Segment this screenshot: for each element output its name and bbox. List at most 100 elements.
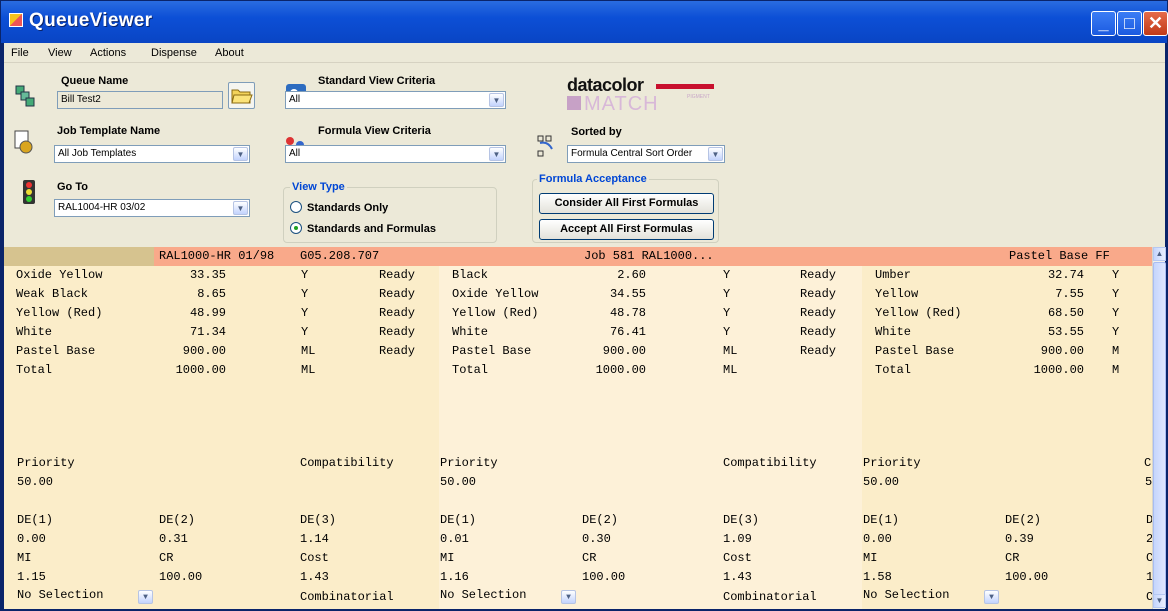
colorant-amount: 32.74 bbox=[1047, 268, 1084, 282]
colorant-amount: 1000.00 bbox=[595, 363, 646, 377]
view-type-label: View Type bbox=[290, 181, 347, 193]
standards-and-formulas-radio[interactable]: Standards and Formulas bbox=[290, 222, 436, 235]
job-template-select[interactable]: All Job Templates ▼ bbox=[54, 145, 250, 163]
formula-acceptance-group: Formula Acceptance Consider All First Fo… bbox=[532, 173, 719, 243]
scrollbar-thumb[interactable] bbox=[1153, 262, 1166, 596]
minimize-button[interactable]: _ bbox=[1091, 11, 1116, 36]
colorant-name: Yellow bbox=[875, 287, 919, 301]
colorant-status: Ready bbox=[799, 268, 836, 282]
criteria-panel: Queue Name Bill Test2 Job Template Name … bbox=[4, 63, 1165, 247]
cr-value: 100.00 bbox=[1005, 570, 1049, 584]
de2-value: 0.39 bbox=[1005, 532, 1034, 546]
colorant-unit: M bbox=[1112, 363, 1120, 377]
header-standard[interactable]: RAL1000-HR 01/98 bbox=[159, 247, 274, 266]
formula-selection-select[interactable]: No Selection ▼ bbox=[17, 588, 157, 606]
menu-actions[interactable]: Actions bbox=[90, 47, 126, 59]
header-base[interactable]: Pastel Base FF bbox=[1009, 247, 1110, 266]
de2-label: DE(2) bbox=[1005, 513, 1042, 527]
colorant-unit: Y bbox=[723, 306, 731, 320]
de2-label: DE(2) bbox=[582, 513, 619, 527]
selection-value: No Selection bbox=[863, 588, 950, 602]
cr-value: 100.00 bbox=[582, 570, 626, 584]
datacolor-match-logo: datacolor MATCH PIGMENT bbox=[567, 75, 727, 117]
compatibility-value: 5 bbox=[1145, 475, 1152, 489]
mi-label: MI bbox=[863, 551, 878, 565]
standard-view-select[interactable]: All ▼ bbox=[285, 91, 506, 109]
cost-value: 1.43 bbox=[300, 570, 329, 584]
formula-selection-select[interactable]: No Selection ▼ bbox=[440, 588, 580, 606]
sorted-by-label: Sorted by bbox=[571, 126, 622, 138]
chevron-down-icon[interactable]: ▼ bbox=[233, 147, 248, 161]
cr-label: CR bbox=[159, 551, 174, 565]
mi-value: 1.16 bbox=[440, 570, 469, 584]
standards-only-label: Standards Only bbox=[307, 202, 389, 214]
compatibility-label: C bbox=[1144, 456, 1152, 470]
colorant-name: White bbox=[452, 325, 489, 339]
colorant-name: Pastel Base bbox=[16, 344, 96, 358]
colorant-status: Ready bbox=[799, 287, 836, 301]
de2-value: 0.31 bbox=[159, 532, 188, 546]
colorant-name: Total bbox=[16, 363, 53, 377]
chevron-down-icon[interactable]: ▼ bbox=[489, 93, 504, 107]
chevron-down-icon[interactable]: ▼ bbox=[138, 590, 153, 604]
formula-view-select[interactable]: All ▼ bbox=[285, 145, 506, 163]
colorant-name: Pastel Base bbox=[875, 344, 955, 358]
priority-value: 50.00 bbox=[863, 475, 900, 489]
colorant-unit: Y bbox=[301, 287, 309, 301]
scroll-down-arrow[interactable]: ▼ bbox=[1153, 594, 1166, 608]
colorant-unit: Y bbox=[723, 325, 731, 339]
colorant-status: Ready bbox=[378, 306, 415, 320]
maximize-button[interactable]: □ bbox=[1117, 11, 1142, 36]
cost-label: Cost bbox=[723, 551, 752, 565]
go-to-select[interactable]: RAL1004-HR 03/02 ▼ bbox=[54, 199, 250, 217]
menu-view[interactable]: View bbox=[48, 47, 72, 59]
close-button[interactable]: ✕ bbox=[1143, 11, 1168, 36]
colorant-unit: ML bbox=[723, 344, 738, 358]
vertical-scrollbar[interactable]: ▲ ▼ bbox=[1152, 247, 1166, 609]
formula-view-value: All bbox=[289, 148, 301, 159]
job-template-value: All Job Templates bbox=[58, 148, 137, 159]
chevron-down-icon[interactable]: ▼ bbox=[489, 147, 504, 161]
menu-file[interactable]: File bbox=[11, 47, 29, 59]
colorant-amount: 33.35 bbox=[189, 268, 226, 282]
menu-dispense[interactable]: Dispense bbox=[151, 47, 197, 59]
colorant-status: Ready bbox=[378, 325, 415, 339]
header-id[interactable]: G05.208.707 bbox=[300, 247, 379, 266]
chevron-down-icon[interactable]: ▼ bbox=[984, 590, 999, 604]
scroll-up-arrow[interactable]: ▲ bbox=[1153, 247, 1166, 261]
job-template-label: Job Template Name bbox=[57, 125, 161, 137]
colorant-name: Oxide Yellow bbox=[16, 268, 103, 282]
accept-all-first-formulas-button[interactable]: Accept All First Formulas bbox=[539, 219, 714, 240]
colorant-unit: Y bbox=[1112, 268, 1120, 282]
chevron-down-icon[interactable]: ▼ bbox=[708, 147, 723, 161]
open-queue-button[interactable] bbox=[228, 82, 255, 109]
colorant-unit: ML bbox=[723, 363, 738, 377]
menu-about[interactable]: About bbox=[215, 47, 244, 59]
colorant-unit: Y bbox=[301, 268, 309, 282]
queue-name-label: Queue Name bbox=[61, 75, 129, 87]
colorant-unit: ML bbox=[301, 344, 316, 358]
job-template-icon bbox=[14, 130, 33, 154]
priority-label: Priority bbox=[17, 456, 75, 470]
colorant-amount: 8.65 bbox=[197, 287, 226, 301]
colorant-unit: Y bbox=[723, 287, 731, 301]
colorant-name: Oxide Yellow bbox=[452, 287, 539, 301]
sorted-by-select[interactable]: Formula Central Sort Order ▼ bbox=[567, 145, 725, 163]
go-to-label: Go To bbox=[57, 181, 88, 193]
logo-sub: PIGMENT bbox=[687, 94, 710, 100]
mi-label: MI bbox=[17, 551, 32, 565]
formula-view-label: Formula View Criteria bbox=[318, 125, 431, 137]
sort-order-icon bbox=[537, 135, 553, 157]
title-bar[interactable]: QueueViewer _ □ ✕ bbox=[1, 1, 1168, 43]
chevron-down-icon[interactable]: ▼ bbox=[233, 201, 248, 215]
standard-view-value: All bbox=[289, 94, 301, 105]
consider-all-first-formulas-button[interactable]: Consider All First Formulas bbox=[539, 193, 714, 214]
colorant-status bbox=[345, 361, 415, 380]
header-job[interactable]: Job 581 RAL1000... bbox=[584, 247, 714, 266]
chevron-down-icon[interactable]: ▼ bbox=[561, 590, 576, 604]
de1-label: DE(1) bbox=[440, 513, 477, 527]
selection-value: No Selection bbox=[440, 588, 527, 602]
standards-only-radio[interactable]: Standards Only bbox=[290, 201, 388, 214]
formula-selection-select[interactable]: No Selection ▼ bbox=[863, 588, 1003, 606]
de3-value: 1.14 bbox=[300, 532, 329, 546]
